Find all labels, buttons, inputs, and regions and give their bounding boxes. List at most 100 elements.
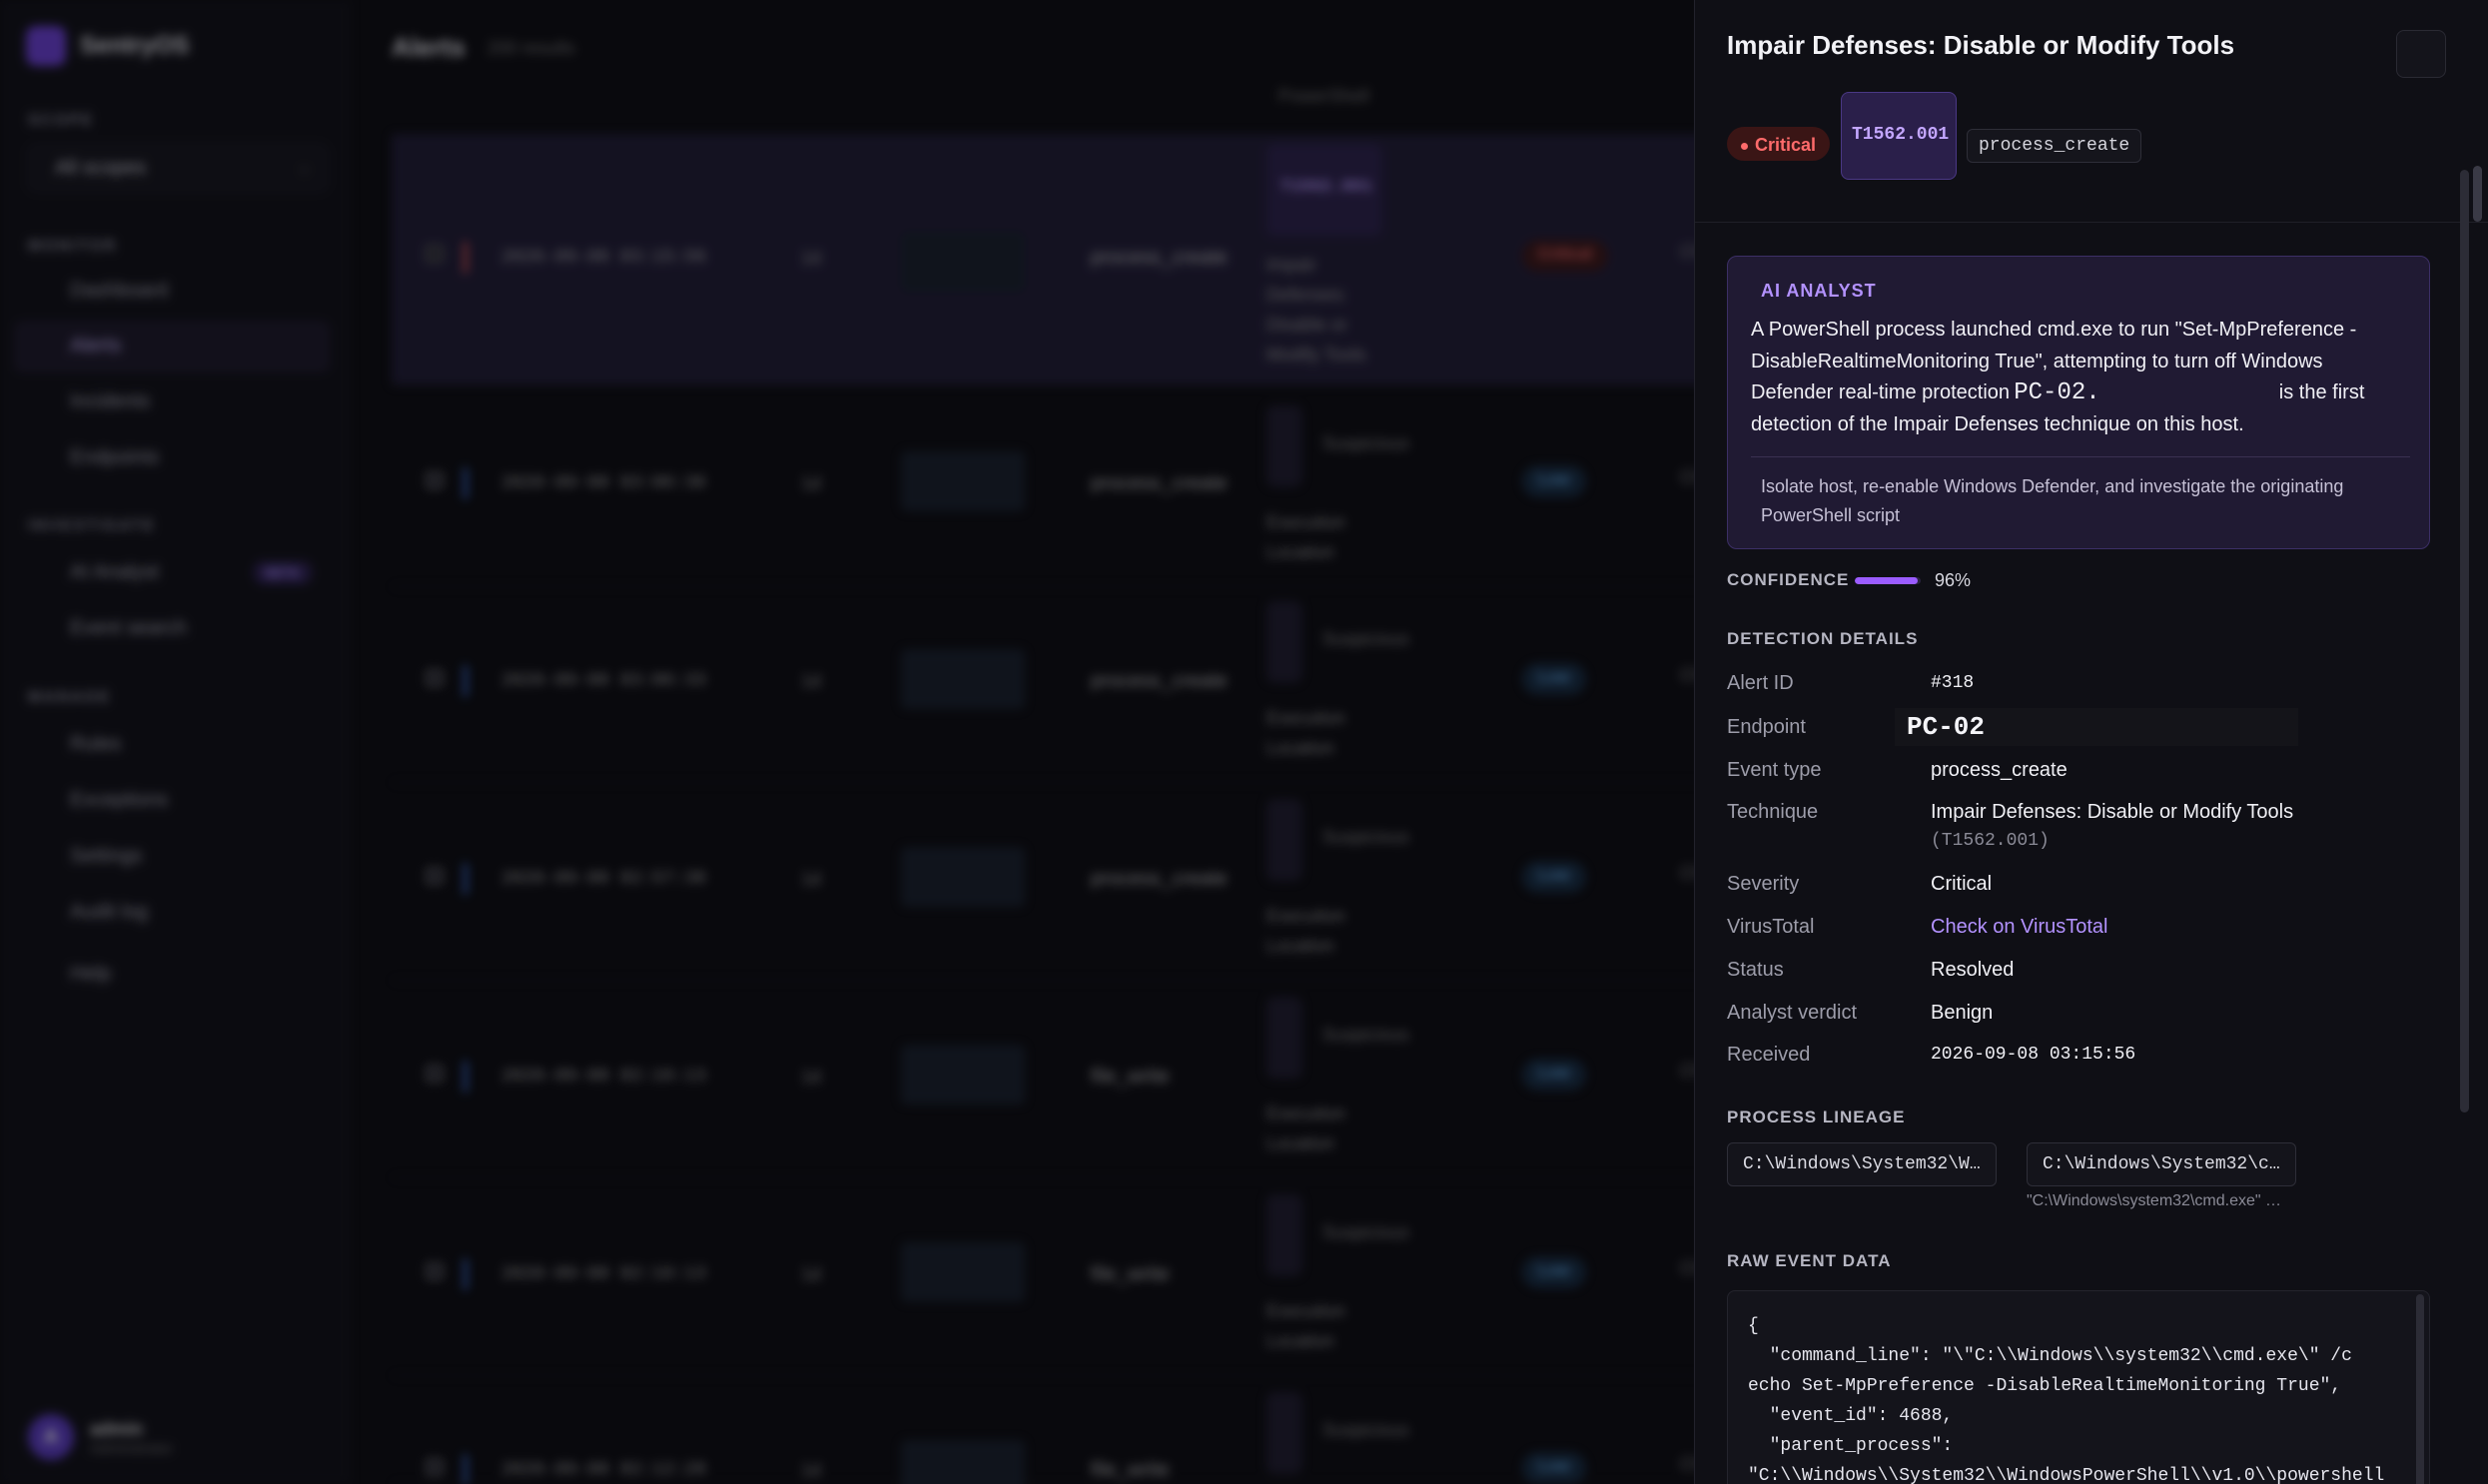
table-row[interactable]: 2026-09-08 02:16:13 1d file_write Suspic…	[392, 1186, 1770, 1376]
alert-id-value: #318	[1931, 673, 1975, 693]
ai-summary-endpoint: PC-02.	[2014, 377, 2274, 409]
ai-analyst-label: AI ANALYST	[1761, 281, 1877, 301]
sidebar-item-alerts[interactable]: Alerts	[14, 321, 330, 372]
table-row[interactable]: 2026-09-08 02:12:28 1d file_write Suspic…	[392, 1384, 1770, 1484]
lineage-parent-process[interactable]: C:\Windows\System32\W…	[1727, 1142, 1997, 1186]
detection-details-title: DETECTION DETAILS	[1727, 629, 1919, 648]
row-checkbox[interactable]	[425, 1065, 443, 1083]
table-row[interactable]: 2026-09-08 02:57:38 1d process_create Su…	[392, 791, 1770, 981]
sidebar-item-settings[interactable]: Settings	[14, 831, 330, 883]
row-checkbox[interactable]	[425, 1262, 443, 1280]
row-technique: Execution Location	[1266, 512, 1346, 562]
row-endpoint	[901, 451, 1025, 511]
raw-event-data[interactable]: { "command_line": "\"C:\\Windows\\system…	[1727, 1290, 2430, 1484]
technique-chip[interactable]: T1562.001	[1841, 92, 1957, 180]
page-scrollbar[interactable]	[2473, 166, 2482, 222]
severity-chip: Critical	[1727, 127, 1831, 161]
sidebar-item-rules[interactable]: Rules	[14, 719, 330, 771]
alert-id-label: Alert ID	[1727, 672, 1794, 694]
divider	[1751, 456, 2410, 457]
severity-bar	[463, 467, 467, 499]
investigate-section-label: INVESTIGATE	[28, 517, 156, 534]
row-timestamp: 2026-09-08 03:06:36	[501, 473, 707, 493]
scope-select[interactable]: All scopes ⌄	[28, 144, 328, 192]
result-count: 200 results	[487, 38, 576, 58]
sidebar-item-help[interactable]: Help	[14, 949, 330, 1001]
table-row[interactable]: 2026-09-08 03:06:36 1d process_create Su…	[392, 397, 1770, 587]
lineage-child-process[interactable]: C:\Windows\System32\c…	[2027, 1142, 2296, 1186]
event-type-chip: process_create	[1967, 129, 2142, 163]
row-status: Suspicious	[1322, 1025, 1410, 1045]
column-header: PowerShell	[1278, 86, 1370, 106]
row-timestamp: 2026-09-08 02:57:38	[501, 869, 707, 889]
row-event-type: process_create	[1091, 670, 1228, 692]
table-row[interactable]: 2026-09-08 03:06:33 1d process_create Su…	[392, 593, 1770, 783]
row-technique: Execution Location	[1266, 708, 1346, 758]
row-severity-badge: Low	[1522, 1452, 1586, 1484]
endpoint-label: Endpoint	[1727, 716, 1806, 738]
row-age: 1d	[801, 1264, 822, 1284]
beta-badge: BETA	[253, 561, 312, 584]
sidebar-item-endpoints[interactable]: Endpoints	[14, 432, 330, 484]
panel-scrollbar[interactable]	[2460, 170, 2469, 1113]
row-status: Suspicious	[1322, 1420, 1410, 1440]
row-status-icon	[1266, 601, 1302, 683]
table-row[interactable]: 2026-09-08 02:16:13 1d file_write Suspic…	[392, 989, 1770, 1178]
row-age: 1d	[801, 671, 822, 691]
ai-recommendation: Isolate host, re-enable Windows Defender…	[1761, 476, 2344, 525]
row-severity-badge: Critical	[1522, 240, 1609, 272]
severity-bar	[463, 1454, 467, 1484]
row-technique-badge: T1562.001	[1266, 144, 1382, 236]
row-event-type: file_write	[1091, 1263, 1170, 1285]
row-event-type: process_create	[1091, 247, 1228, 269]
table-row[interactable]: 2026-09-08 03:15:56 1d process_create T1…	[392, 134, 1770, 385]
technique-id: (T1562.001)	[1931, 831, 2050, 851]
sidebar-item-ai-analyst[interactable]: AI Analyst BETA	[14, 547, 330, 599]
row-checkbox[interactable]	[425, 245, 443, 263]
row-checkbox[interactable]	[425, 867, 443, 885]
sidebar-item-incidents[interactable]: Incidents	[14, 376, 330, 428]
technique-label: Technique	[1727, 801, 1819, 823]
row-status: Suspicious	[1322, 629, 1410, 649]
row-endpoint	[901, 1045, 1025, 1105]
close-button[interactable]	[2396, 30, 2446, 78]
event-type-label: Event type	[1727, 759, 1822, 781]
sidebar: SentryOS SCOPE All scopes ⌄ MONITOR Dash…	[0, 0, 350, 1484]
sidebar-item-exceptions[interactable]: Exceptions	[14, 775, 330, 827]
divider	[1695, 222, 2488, 223]
row-status: Suspicious	[1322, 1222, 1410, 1242]
sidebar-item-audit-log[interactable]: Audit log	[14, 887, 330, 939]
row-severity-badge: Low	[1522, 1256, 1586, 1288]
row-checkbox[interactable]	[425, 669, 443, 687]
severity-bar	[463, 242, 467, 274]
brand[interactable]: SentryOS	[26, 26, 189, 66]
raw-event-json: { "command_line": "\"C:\\Windows\\system…	[1748, 1316, 2385, 1484]
received-value: 2026-09-08 03:15:56	[1931, 1045, 2136, 1065]
user-role: Administrator	[90, 1439, 173, 1456]
row-timestamp: 2026-09-08 02:12:28	[501, 1460, 707, 1480]
virustotal-link[interactable]: Check on VirusTotal	[1931, 916, 2108, 939]
row-status: Suspicious	[1322, 433, 1410, 453]
row-checkbox[interactable]	[425, 1458, 443, 1476]
status-value: Resolved	[1931, 959, 2015, 981]
sidebar-item-dashboard[interactable]: Dashboard	[14, 266, 330, 318]
confidence-label: CONFIDENCE	[1727, 570, 1850, 589]
row-technique: Execution Location	[1266, 1104, 1346, 1153]
panel-title: Impair Defenses: Disable or Modify Tools	[1727, 30, 2235, 60]
row-timestamp: 2026-09-08 02:16:13	[501, 1067, 707, 1087]
row-event-type: process_create	[1091, 472, 1228, 494]
row-severity-badge: Low	[1522, 861, 1586, 893]
raw-data-scrollbar[interactable]	[2416, 1294, 2424, 1484]
ai-summary: A PowerShell process launched cmd.exe to…	[1751, 315, 2410, 440]
confidence-value: 96%	[1935, 570, 1972, 590]
user-profile[interactable]: A admin Administrator	[28, 1414, 172, 1460]
app-root: SentryOS SCOPE All scopes ⌄ MONITOR Dash…	[0, 0, 2488, 1484]
ai-analyst-box: AI ANALYST A PowerShell process launched…	[1727, 256, 2430, 549]
user-name: admin	[90, 1418, 144, 1439]
sidebar-item-event-search[interactable]: Event search	[14, 603, 330, 655]
row-checkbox[interactable]	[425, 471, 443, 489]
row-status-icon	[1266, 799, 1302, 881]
row-endpoint	[901, 1440, 1025, 1484]
endpoint-value[interactable]: PC-02	[1895, 708, 2298, 746]
row-severity-badge: Low	[1522, 1059, 1586, 1091]
